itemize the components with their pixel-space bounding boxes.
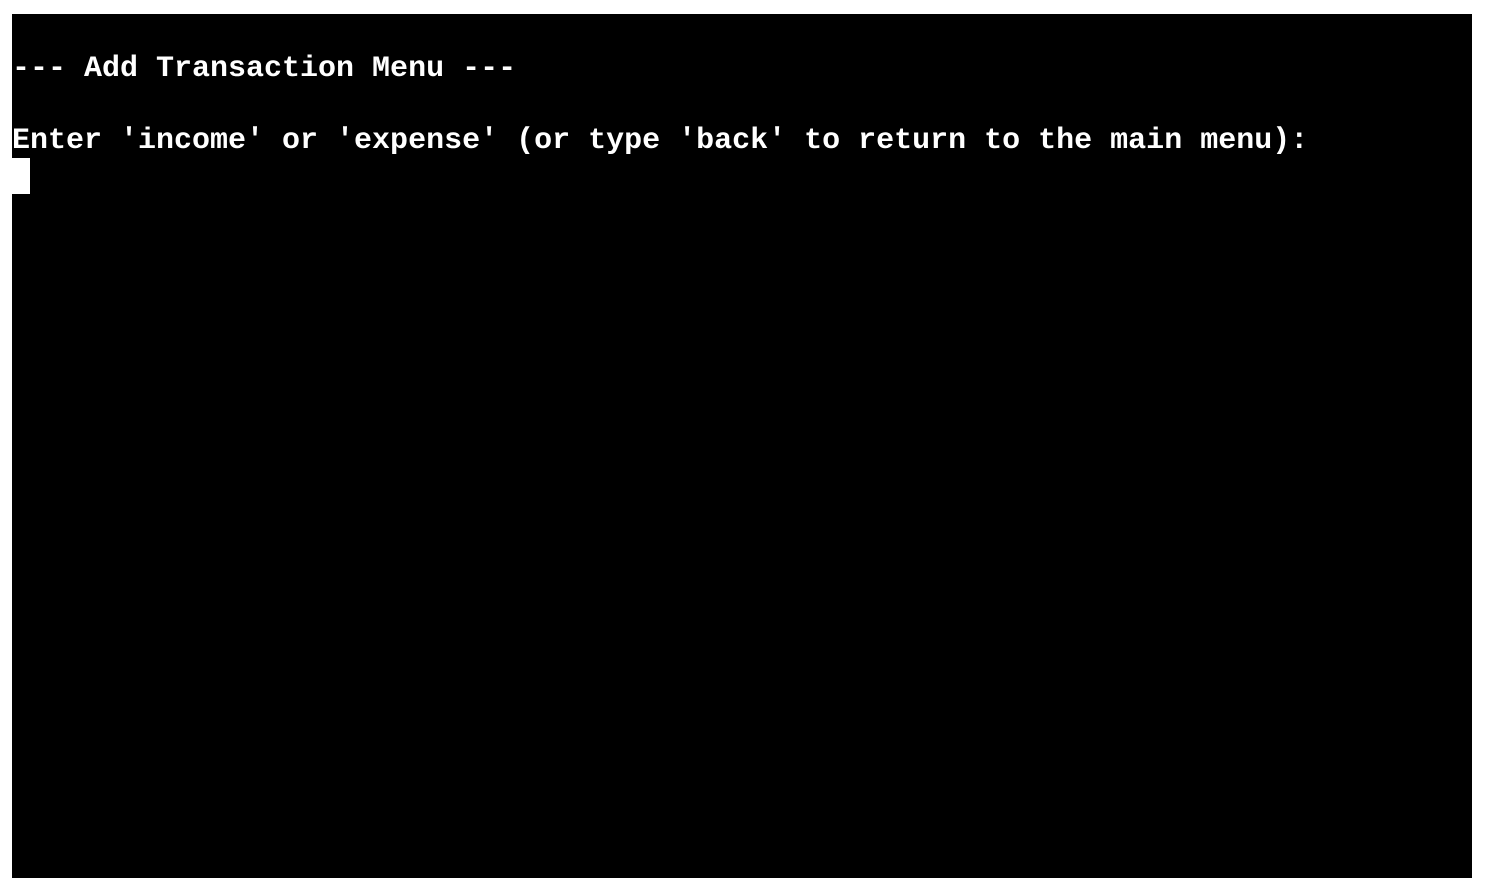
menu-title: --- Add Transaction Menu --- <box>12 52 517 86</box>
terminal-window[interactable]: --- Add Transaction Menu --- Enter 'inco… <box>12 14 1472 878</box>
text-cursor[interactable] <box>12 158 30 194</box>
input-prompt: Enter 'income' or 'expense' (or type 'ba… <box>12 124 1309 158</box>
